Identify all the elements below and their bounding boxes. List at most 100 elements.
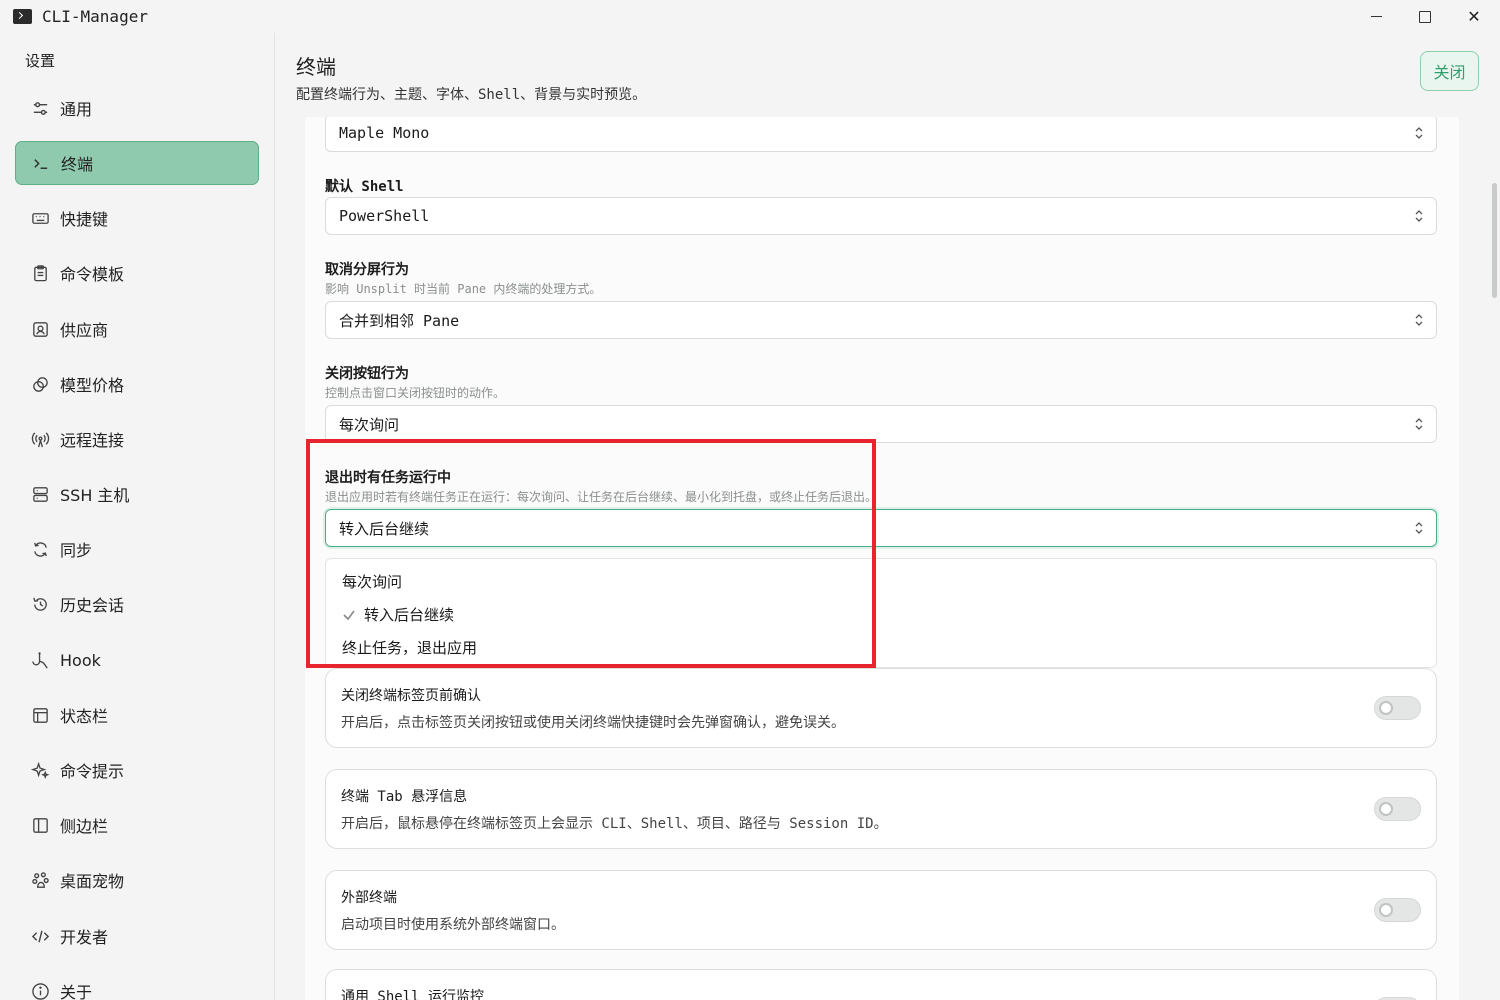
external-terminal-card: 外部终端 启动项目时使用系统外部终端窗口。: [325, 870, 1437, 950]
confirm-close-tab-card: 关闭终端标签页前确认 开启后，点击标签页关闭按钮或使用关闭终端快捷键时会先弹窗确…: [325, 668, 1437, 748]
font-select[interactable]: Maple Mono: [325, 117, 1437, 152]
settings-content: Maple Mono 默认 Shell PowerShell 取消分屏行为 影响…: [305, 117, 1459, 1000]
title-bar: CLI-Manager ✕: [0, 0, 1500, 33]
check-icon: [343, 610, 355, 620]
sidebar-item-about[interactable]: 关于: [15, 969, 259, 1000]
close-behavior-label: 关闭按钮行为: [325, 366, 409, 382]
card-title: 通用 Shell 运行监控: [341, 989, 485, 1000]
main-panel: 终端 配置终端行为、主题、字体、Shell、背景与实时预览。 关闭 Maple …: [276, 33, 1500, 1000]
chevron-updown-icon: [1415, 418, 1423, 430]
sidebar-item-developer[interactable]: 开发者: [15, 914, 259, 958]
server-icon: [30, 484, 50, 504]
sidebar-item-label: 同步: [60, 541, 93, 560]
sidebar-item-label: SSH 主机: [60, 486, 130, 505]
page-title: 终端: [296, 55, 336, 79]
sync-icon: [30, 539, 50, 559]
provider-icon: [30, 319, 50, 339]
sidebar-item-command-templates[interactable]: 命令模板: [15, 251, 259, 295]
sidebar-item-terminal[interactable]: 终端: [15, 141, 259, 185]
toggle-knob: [1379, 802, 1393, 816]
unsplit-select[interactable]: 合并到相邻 Pane: [325, 301, 1437, 339]
page-subtitle: 配置终端行为、主题、字体、Shell、背景与实时预览。: [296, 87, 647, 103]
minimize-icon: [1370, 16, 1382, 17]
history-icon: [30, 594, 50, 614]
terminal-app-icon: [13, 9, 32, 24]
close-behavior-select[interactable]: 每次询问: [325, 405, 1437, 443]
keyboard-icon: [30, 208, 50, 228]
tab-hover-info-toggle[interactable]: [1374, 797, 1421, 821]
sidebar-item-command-hints[interactable]: 命令提示: [15, 748, 259, 792]
chevron-updown-icon: [1415, 314, 1423, 326]
toggle-knob: [1379, 701, 1393, 715]
sidebar-item-label: 命令提示: [60, 762, 125, 781]
close-window-button[interactable]: ✕: [1450, 0, 1498, 33]
sidebar-item-model-pricing[interactable]: 模型价格: [15, 362, 259, 406]
select-value: 转入后台继续: [339, 519, 430, 538]
sidebar-item-label: 状态栏: [60, 707, 109, 726]
pet-icon: [30, 870, 50, 890]
radio-icon: [30, 429, 50, 449]
sidebar-item-ssh[interactable]: SSH 主机: [15, 472, 259, 516]
window-title: CLI-Manager: [42, 7, 148, 26]
sidebar-item-label: 通用: [60, 100, 93, 119]
maximize-button[interactable]: [1401, 0, 1449, 33]
select-value: PowerShell: [339, 207, 430, 225]
settings-sidebar: 设置 通用 终端 快捷键 命令模板 供应商 模型价格 远程连接 SSH 主机 同…: [0, 33, 275, 1000]
tab-hover-info-card: 终端 Tab 悬浮信息 开启后，鼠标悬停在终端标签页上会显示 CLI、Shell…: [325, 769, 1437, 849]
terminal-icon: [31, 153, 51, 173]
option-label: 转入后台继续: [364, 606, 455, 624]
select-value: Maple Mono: [339, 124, 430, 142]
unsplit-hint: 影响 Unsplit 时当前 Pane 内终端的处理方式。: [325, 282, 602, 296]
confirm-close-tab-toggle[interactable]: [1374, 696, 1421, 720]
info-icon: [30, 981, 50, 1000]
card-description: 启动项目时使用系统外部终端窗口。: [341, 917, 565, 933]
layout-icon: [30, 705, 50, 725]
sidebar-item-history[interactable]: 历史会话: [15, 582, 259, 626]
sidebar-item-providers[interactable]: 供应商: [15, 307, 259, 351]
dropdown-option-ask[interactable]: 每次询问: [342, 571, 402, 592]
clipboard-icon: [30, 263, 50, 283]
card-description: 开启后，鼠标悬停在终端标签页上会显示 CLI、Shell、项目、路径与 Sess…: [341, 816, 888, 832]
sidebar-icon: [30, 815, 50, 835]
sidebar-item-statusbar[interactable]: 状态栏: [15, 693, 259, 737]
default-shell-label: 默认 Shell: [325, 179, 404, 195]
dropdown-option-terminate[interactable]: 终止任务，退出应用: [342, 637, 477, 658]
card-title: 终端 Tab 悬浮信息: [341, 789, 468, 805]
default-shell-select[interactable]: PowerShell: [325, 197, 1437, 235]
card-title: 外部终端: [341, 890, 397, 906]
toggle-knob: [1379, 903, 1393, 917]
exit-running-label: 退出时有任务运行中: [325, 470, 451, 486]
sidebar-item-label: 终端: [61, 155, 94, 174]
sidebar-item-label: 模型价格: [60, 376, 125, 395]
dropdown-option-background[interactable]: 转入后台继续: [342, 604, 454, 625]
sidebar-item-remote[interactable]: 远程连接: [15, 417, 259, 461]
close-settings-button[interactable]: 关闭: [1420, 51, 1479, 91]
sidebar-item-label: 关于: [60, 983, 93, 1000]
chevron-updown-icon: [1415, 522, 1423, 534]
option-label: 每次询问: [342, 573, 403, 591]
card-title: 关闭终端标签页前确认: [341, 688, 481, 704]
sidebar-item-label: 侧边栏: [60, 817, 109, 836]
scrollbar-thumb[interactable]: [1492, 183, 1497, 298]
unsplit-label: 取消分屏行为: [325, 262, 409, 278]
chevron-updown-icon: [1415, 127, 1423, 139]
card-description: 开启后，点击标签页关闭按钮或使用关闭终端快捷键时会先弹窗确认，避免误关。: [341, 715, 845, 731]
sidebar-item-desktop-pet[interactable]: 桌面宠物: [15, 858, 259, 902]
exit-running-select[interactable]: 转入后台继续: [325, 509, 1437, 547]
coins-icon: [30, 374, 50, 394]
maximize-icon: [1419, 10, 1431, 23]
sidebar-item-sync[interactable]: 同步: [15, 527, 259, 571]
shell-monitor-card: 通用 Shell 运行监控: [325, 969, 1437, 1000]
option-label: 终止任务，退出应用: [342, 639, 478, 657]
sidebar-item-label: 桌面宠物: [60, 872, 125, 891]
sidebar-item-hook[interactable]: Hook: [15, 638, 259, 682]
sidebar-item-general[interactable]: 通用: [15, 86, 259, 130]
external-terminal-toggle[interactable]: [1374, 898, 1421, 922]
sidebar-title: 设置: [25, 52, 56, 70]
sidebar-item-label: 供应商: [60, 321, 109, 340]
minimize-button[interactable]: [1352, 0, 1400, 33]
exit-running-dropdown: 每次询问 转入后台继续 终止任务，退出应用: [325, 558, 1437, 668]
select-value: 每次询问: [339, 415, 400, 434]
sidebar-item-sidebar[interactable]: 侧边栏: [15, 803, 259, 847]
sidebar-item-shortcuts[interactable]: 快捷键: [15, 196, 259, 240]
